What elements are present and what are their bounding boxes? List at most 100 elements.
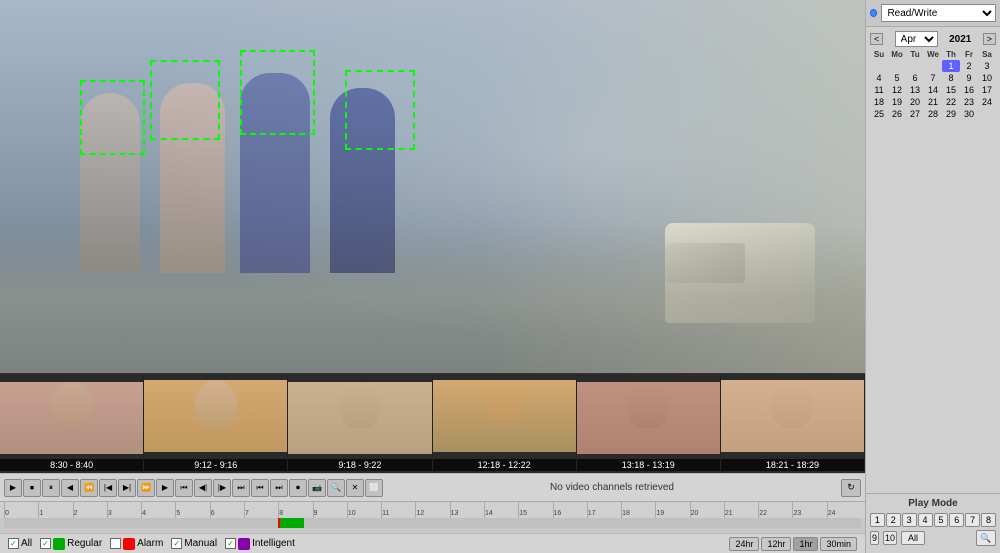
close-button[interactable]: ✕ bbox=[346, 479, 364, 497]
cal-day-9[interactable]: 9 bbox=[960, 72, 978, 84]
channel-all-button[interactable]: All bbox=[901, 531, 925, 545]
calendar-prev-button[interactable]: < bbox=[870, 33, 883, 45]
cal-day-13[interactable]: 13 bbox=[906, 84, 924, 96]
stop-button[interactable]: ⏹ bbox=[23, 479, 41, 497]
channel-5-button[interactable]: 5 bbox=[934, 513, 949, 527]
cal-day-4[interactable]: 4 bbox=[870, 72, 888, 84]
mode-select[interactable]: Read/Write Read Only bbox=[881, 4, 996, 22]
cal-day-26[interactable]: 26 bbox=[888, 108, 906, 120]
tick-16: 16 bbox=[553, 502, 587, 518]
tick-23: 23 bbox=[792, 502, 826, 518]
cal-day-8[interactable]: 8 bbox=[942, 72, 960, 84]
cal-day-23[interactable]: 23 bbox=[960, 96, 978, 108]
zoom-12hr-button[interactable]: 12hr bbox=[761, 537, 791, 551]
thumb-time-3: 9:18 - 9:22 bbox=[288, 459, 431, 471]
fast-forward-button[interactable]: ⏩ bbox=[137, 479, 155, 497]
channel-9-button[interactable]: 9 bbox=[870, 531, 879, 545]
cal-day-1[interactable]: 1 bbox=[942, 60, 960, 72]
rewind-button[interactable]: ⏪ bbox=[80, 479, 98, 497]
snapshot-button[interactable]: 📷 bbox=[308, 479, 326, 497]
thumbnail-2[interactable]: 9:12 - 9:16 bbox=[144, 374, 288, 473]
timeline-ruler: 0 1 2 3 4 5 6 7 8 9 10 11 12 13 14 15 16… bbox=[0, 502, 865, 518]
cal-day-19[interactable]: 19 bbox=[888, 96, 906, 108]
channel-4-button[interactable]: 4 bbox=[918, 513, 933, 527]
cal-day-28[interactable]: 28 bbox=[924, 108, 942, 120]
pause-button[interactable]: ⏸ bbox=[42, 479, 60, 497]
prev-frame-button[interactable]: |◀ bbox=[99, 479, 117, 497]
zoom-1hr-button[interactable]: 1hr bbox=[793, 537, 818, 551]
calendar-next-button[interactable]: > bbox=[983, 33, 996, 45]
legend-alarm-check[interactable] bbox=[110, 538, 121, 549]
cal-day-7[interactable]: 7 bbox=[924, 72, 942, 84]
legend-alarm[interactable]: Alarm bbox=[110, 538, 163, 550]
cal-day-27[interactable]: 27 bbox=[906, 108, 924, 120]
cal-day-17[interactable]: 17 bbox=[978, 84, 996, 96]
tick-4: 4 bbox=[141, 502, 175, 518]
legend-intelligent-label: Intelligent bbox=[252, 538, 295, 549]
legend-regular[interactable]: ✓ Regular bbox=[40, 538, 102, 550]
play-button[interactable]: ▶ bbox=[4, 479, 22, 497]
channel-1-button[interactable]: 1 bbox=[870, 513, 885, 527]
skip-fwd-button[interactable]: ⏭ bbox=[232, 479, 250, 497]
zoom-button[interactable]: 🔍 bbox=[327, 479, 345, 497]
next-clip-button[interactable]: ⏭ bbox=[270, 479, 288, 497]
rewind-slow-button[interactable]: ◀ bbox=[61, 479, 79, 497]
thumbnail-6[interactable]: 18:21 - 18:29 bbox=[721, 374, 865, 473]
channel-10-button[interactable]: 10 bbox=[883, 531, 897, 545]
legend-intelligent-check[interactable]: ✓ bbox=[225, 538, 236, 549]
timeline-area[interactable]: 0 1 2 3 4 5 6 7 8 9 10 11 12 13 14 15 16… bbox=[0, 501, 865, 533]
fullscreen-button[interactable]: ⬜ bbox=[365, 479, 383, 497]
legend-intelligent[interactable]: ✓ Intelligent bbox=[225, 538, 295, 550]
thumbnail-4[interactable]: 12:18 - 12:22 bbox=[433, 374, 577, 473]
zoom-30min-button[interactable]: 30min bbox=[820, 537, 857, 551]
cal-day-30[interactable]: 30 bbox=[960, 108, 978, 120]
cal-header-mo: Mo bbox=[888, 49, 906, 60]
cal-day-11[interactable]: 11 bbox=[870, 84, 888, 96]
channel-2-button[interactable]: 2 bbox=[886, 513, 901, 527]
zoom-24hr-button[interactable]: 24hr bbox=[729, 537, 759, 551]
record-button[interactable]: ⏺ bbox=[289, 479, 307, 497]
cal-day-21[interactable]: 21 bbox=[924, 96, 942, 108]
cal-day-2[interactable]: 2 bbox=[960, 60, 978, 72]
legend-manual-label: Manual bbox=[184, 538, 217, 549]
cal-day-5[interactable]: 5 bbox=[888, 72, 906, 84]
cal-day-3[interactable]: 3 bbox=[978, 60, 996, 72]
thumb-time-5: 13:18 - 13:19 bbox=[577, 459, 720, 471]
cal-day-16[interactable]: 16 bbox=[960, 84, 978, 96]
legend-all[interactable]: ✓ All bbox=[8, 538, 32, 549]
play-mode-search-button[interactable]: 🔍 bbox=[976, 530, 996, 546]
channel-8-button[interactable]: 8 bbox=[981, 513, 996, 527]
legend-all-check[interactable]: ✓ bbox=[8, 538, 19, 549]
cal-day-18[interactable]: 18 bbox=[870, 96, 888, 108]
skip-back-button[interactable]: ⏮ bbox=[175, 479, 193, 497]
next-frame-button[interactable]: ▶| bbox=[118, 479, 136, 497]
cal-day-29[interactable]: 29 bbox=[942, 108, 960, 120]
thumbnail-1[interactable]: 8:30 - 8:40 bbox=[0, 374, 144, 473]
cal-day-15[interactable]: 15 bbox=[942, 84, 960, 96]
legend-manual[interactable]: ✓ Manual bbox=[171, 538, 217, 549]
legend-manual-check[interactable]: ✓ bbox=[171, 538, 182, 549]
cal-day-25[interactable]: 25 bbox=[870, 108, 888, 120]
cal-day-12[interactable]: 12 bbox=[888, 84, 906, 96]
tick-2: 2 bbox=[73, 502, 107, 518]
refresh-button[interactable]: ↻ bbox=[841, 479, 861, 497]
cal-day-6[interactable]: 6 bbox=[906, 72, 924, 84]
skip-next-button[interactable]: |▶ bbox=[213, 479, 231, 497]
cal-day-24[interactable]: 24 bbox=[978, 96, 996, 108]
prev-clip-button[interactable]: ⏮ bbox=[251, 479, 269, 497]
calendar-month-select[interactable]: Apr JanFebMar MayJunJulAug SepOctNovDec bbox=[895, 31, 938, 47]
cal-day-10[interactable]: 10 bbox=[978, 72, 996, 84]
legend-regular-check[interactable]: ✓ bbox=[40, 538, 51, 549]
cal-day-22[interactable]: 22 bbox=[942, 96, 960, 108]
channel-3-button[interactable]: 3 bbox=[902, 513, 917, 527]
timeline-bar[interactable] bbox=[4, 518, 861, 528]
channel-6-button[interactable]: 6 bbox=[949, 513, 964, 527]
thumbnail-3[interactable]: 9:18 - 9:22 bbox=[288, 374, 432, 473]
cal-day-20[interactable]: 20 bbox=[906, 96, 924, 108]
thumbnail-5[interactable]: 13:18 - 13:19 bbox=[577, 374, 721, 473]
person2 bbox=[160, 83, 225, 273]
cal-day-14[interactable]: 14 bbox=[924, 84, 942, 96]
skip-prev-button[interactable]: ◀| bbox=[194, 479, 212, 497]
channel-7-button[interactable]: 7 bbox=[965, 513, 980, 527]
forward-slow-button[interactable]: ▶ bbox=[156, 479, 174, 497]
